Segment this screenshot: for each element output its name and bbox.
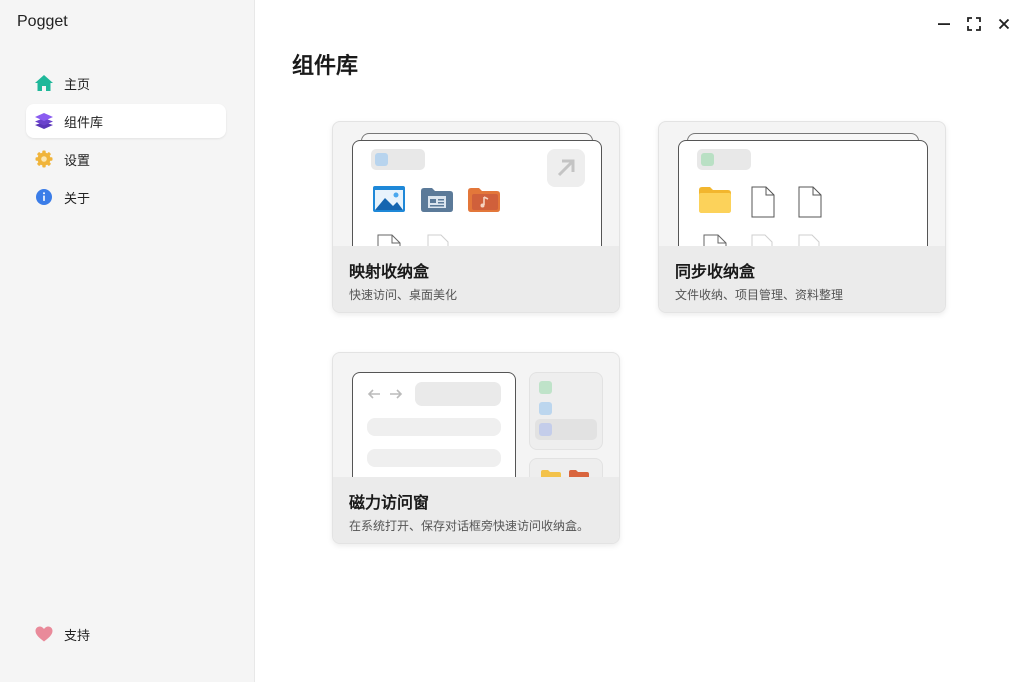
sidebar-nav: 主页 组件库 设置 关于 <box>26 66 226 218</box>
support-label: 支持 <box>64 627 91 643</box>
forward-arrow-icon <box>389 387 403 405</box>
card-info: 磁力访问窗 在系统打开、保存对话框旁快速访问收纳盒。 <box>333 477 619 543</box>
sidebar-item-label: 关于 <box>64 190 91 206</box>
sidebar-item-settings[interactable]: 设置 <box>26 142 226 176</box>
folder-icon <box>541 469 561 477</box>
back-arrow-icon <box>367 387 381 405</box>
card-magnetic-window[interactable]: 磁力访问窗 在系统打开、保存对话框旁快速访问收纳盒。 <box>332 352 620 544</box>
window-controls <box>936 14 1012 34</box>
card-mapping-box[interactable]: 映射收纳盒 快速访问、桌面美化 <box>332 121 620 313</box>
sidebar-item-components[interactable]: 组件库 <box>26 104 226 138</box>
card-description: 快速访问、桌面美化 <box>349 288 458 302</box>
card-preview <box>333 353 619 477</box>
file-icon <box>751 234 773 246</box>
card-sync-box[interactable]: 同步收纳盒 文件收纳、项目管理、资料整理 <box>658 121 946 313</box>
home-icon <box>34 73 54 93</box>
layers-icon <box>34 111 54 131</box>
card-info: 映射收纳盒 快速访问、桌面美化 <box>333 246 619 312</box>
close-icon[interactable] <box>996 14 1012 34</box>
card-title: 同步收纳盒 <box>675 264 756 281</box>
sidebar: Pogget 主页 组件库 设置 关于 支持 <box>0 0 255 682</box>
file-icon <box>427 234 449 246</box>
card-preview <box>333 122 619 246</box>
file-icon <box>798 186 822 223</box>
document-folder-icon <box>421 188 453 217</box>
file-icon <box>798 234 820 246</box>
maximize-icon[interactable] <box>966 14 982 34</box>
card-info: 同步收纳盒 文件收纳、项目管理、资料整理 <box>659 246 945 312</box>
card-preview <box>659 122 945 246</box>
music-folder-icon <box>569 469 589 477</box>
card-title: 磁力访问窗 <box>349 495 430 512</box>
page-title: 组件库 <box>292 53 359 78</box>
file-icon <box>751 186 775 223</box>
card-description: 文件收纳、项目管理、资料整理 <box>675 288 844 302</box>
card-title: 映射收纳盒 <box>349 264 430 281</box>
support-button[interactable]: 支持 <box>34 624 90 644</box>
sidebar-item-label: 组件库 <box>64 114 104 130</box>
folder-icon <box>699 187 731 218</box>
music-folder-icon <box>468 188 500 217</box>
file-icon <box>703 234 727 246</box>
heart-icon <box>34 624 54 644</box>
info-icon <box>34 187 54 207</box>
picture-folder-icon <box>373 186 405 217</box>
sidebar-item-label: 设置 <box>64 152 91 168</box>
minimize-icon[interactable] <box>936 14 952 34</box>
card-description: 在系统打开、保存对话框旁快速访问收纳盒。 <box>349 519 590 533</box>
app-title: Pogget <box>17 13 68 30</box>
sidebar-item-label: 主页 <box>64 76 91 92</box>
arrow-up-right-icon <box>547 149 585 187</box>
sidebar-item-home[interactable]: 主页 <box>26 66 226 100</box>
gear-icon <box>34 149 54 169</box>
file-icon <box>377 234 401 246</box>
sidebar-item-about[interactable]: 关于 <box>26 180 226 214</box>
